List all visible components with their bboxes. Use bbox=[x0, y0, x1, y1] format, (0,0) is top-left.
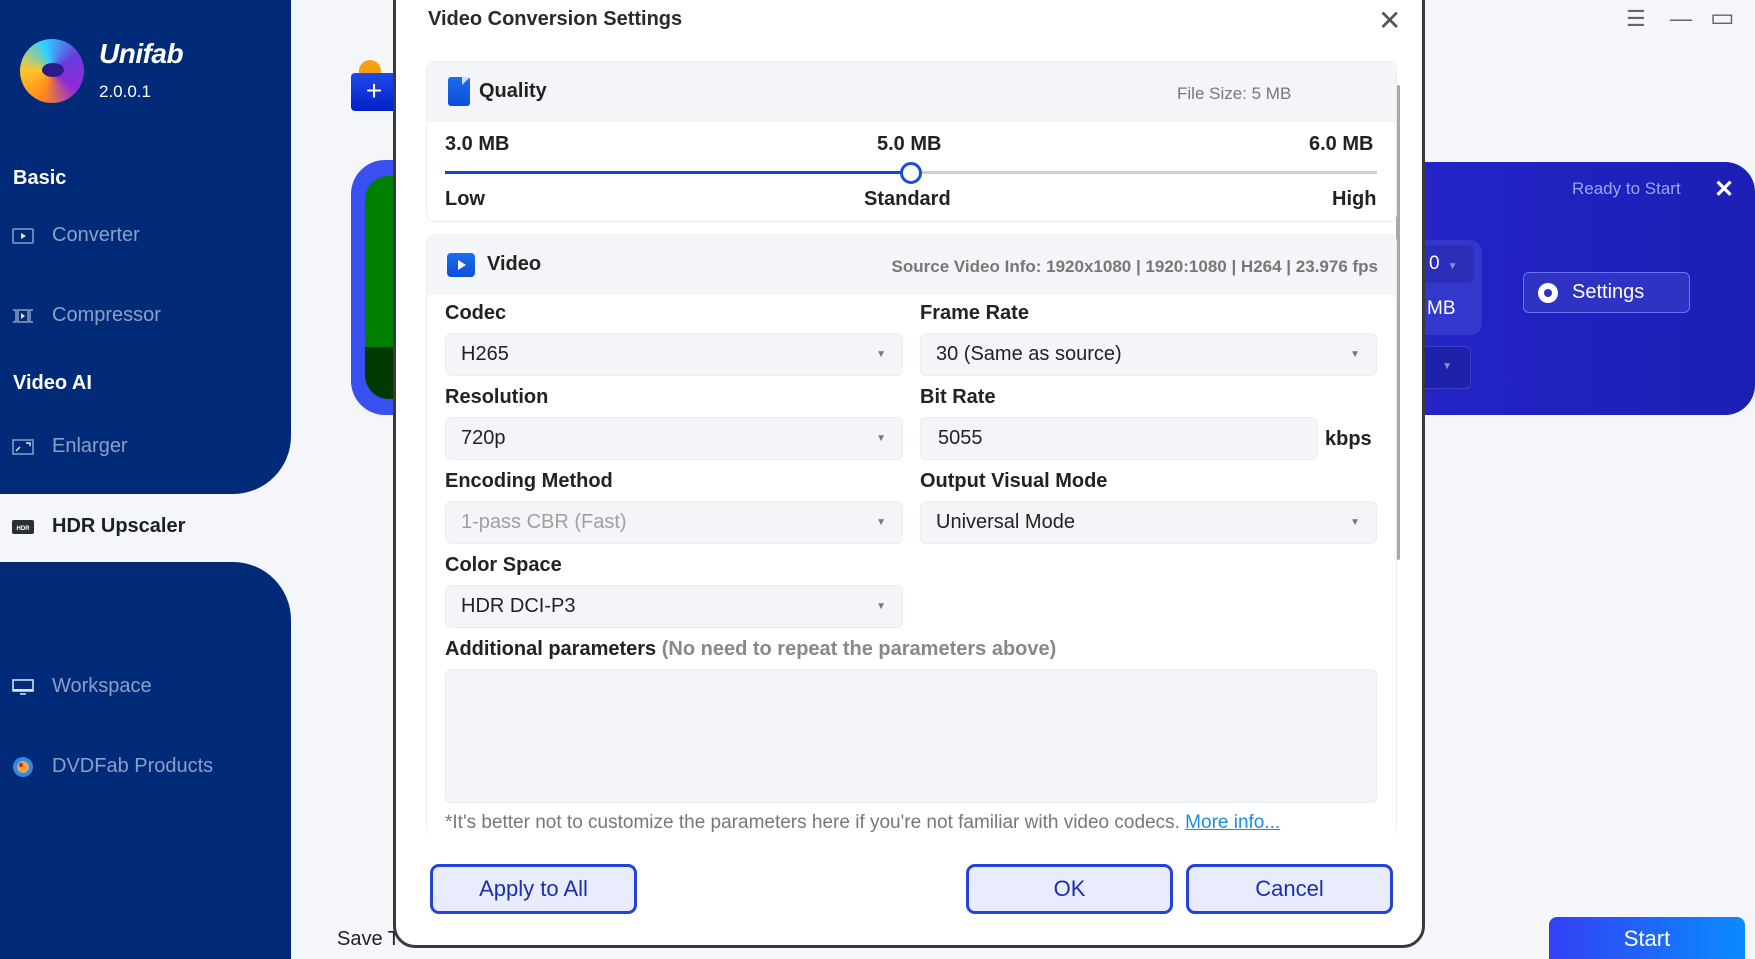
close-icon[interactable]: ✕ bbox=[1378, 4, 1401, 37]
resolution-select[interactable]: 720p ▼ bbox=[445, 417, 903, 460]
settings-button[interactable]: Settings bbox=[1523, 272, 1690, 313]
slider-max-value: 6.0 MB bbox=[1309, 133, 1374, 155]
file-size: File Size: 5 MB bbox=[1177, 84, 1292, 103]
quality-slider-fill bbox=[445, 171, 911, 174]
codec-label: Codec bbox=[445, 302, 507, 324]
frame-rate-label: Frame Rate bbox=[920, 302, 1029, 324]
dialog-title: Video Conversion Settings bbox=[428, 8, 683, 30]
output-visual-mode-value: Universal Mode bbox=[936, 511, 1075, 533]
sidebar-item-workspace[interactable]: Workspace bbox=[12, 675, 152, 698]
sidebar-item-converter[interactable]: Converter bbox=[12, 224, 140, 247]
gear-icon bbox=[1538, 282, 1558, 303]
color-space-label: Color Space bbox=[445, 554, 562, 576]
video-title: Video bbox=[487, 253, 542, 275]
svg-text:HDR: HDR bbox=[17, 526, 31, 532]
task-remove-icon[interactable]: ✕ bbox=[1714, 175, 1734, 204]
sidebar-item-label: Compressor bbox=[52, 304, 161, 326]
task-status: Ready to Start bbox=[1572, 179, 1681, 198]
sidebar-item-label: Workspace bbox=[52, 675, 152, 697]
slider-current-value: 5.0 MB bbox=[877, 133, 942, 155]
bit-rate-unit: kbps bbox=[1325, 428, 1372, 450]
source-video-info: Source Video Info: 1920x1080 | 1920:1080… bbox=[891, 257, 1378, 276]
cancel-button[interactable]: Cancel bbox=[1186, 864, 1393, 914]
video-play-icon bbox=[447, 253, 475, 277]
enlarge-icon bbox=[12, 438, 34, 455]
more-info-link[interactable]: More info... bbox=[1185, 812, 1280, 833]
hdr-icon: HDR bbox=[12, 519, 34, 535]
codec-value: H265 bbox=[461, 343, 509, 365]
caret-down-icon: ▼ bbox=[1447, 261, 1458, 272]
bit-rate-input[interactable]: 5055 bbox=[920, 417, 1318, 460]
add-video-button[interactable]: + bbox=[351, 60, 397, 111]
output-visual-mode-label: Output Visual Mode bbox=[920, 470, 1108, 492]
sidebar-item-label: Enlarger bbox=[52, 435, 128, 457]
sidebar-item-enlarger[interactable]: Enlarger bbox=[12, 435, 128, 458]
compress-icon bbox=[12, 308, 34, 324]
resolution-label: Resolution bbox=[445, 386, 549, 408]
sidebar-item-label: Converter bbox=[52, 224, 140, 246]
ok-button[interactable]: OK bbox=[966, 864, 1173, 914]
slider-high-label: High bbox=[1332, 188, 1377, 210]
slider-min-value: 3.0 MB bbox=[445, 133, 510, 155]
color-space-value: HDR DCI-P3 bbox=[461, 595, 576, 617]
sidebar-item-compressor[interactable]: Compressor bbox=[12, 304, 161, 327]
maximize-icon[interactable]: ▭ bbox=[1710, 2, 1735, 33]
sidebar-item-hdr-upscaler[interactable]: HDR HDR Upscaler bbox=[12, 515, 185, 538]
slider-low-label: Low bbox=[445, 188, 485, 210]
start-button[interactable]: Start bbox=[1549, 917, 1745, 959]
caret-down-icon: ▼ bbox=[876, 517, 886, 528]
play-box-icon bbox=[12, 227, 34, 244]
color-space-select[interactable]: HDR DCI-P3 ▼ bbox=[445, 585, 903, 628]
monitor-icon bbox=[12, 678, 34, 695]
resolution-value: 720p bbox=[461, 427, 506, 449]
sidebar-item-dvdfab-products[interactable]: DVDFab Products bbox=[12, 755, 213, 778]
caret-down-icon: ▼ bbox=[1350, 517, 1360, 528]
additional-params-label: Additional parameters (No need to repeat… bbox=[445, 638, 1056, 661]
codec-note-text: *It's better not to customize the parame… bbox=[445, 812, 1180, 833]
sidebar-section-basic: Basic bbox=[13, 167, 67, 189]
slider-standard-label: Standard bbox=[864, 188, 951, 210]
codec-note: *It's better not to customize the parame… bbox=[445, 812, 1280, 834]
additional-params-title: Additional parameters bbox=[445, 638, 657, 660]
encoding-method-label: Encoding Method bbox=[445, 470, 613, 492]
caret-down-icon: ▼ bbox=[876, 601, 886, 612]
minimize-icon[interactable]: — bbox=[1670, 6, 1692, 32]
sidebar-item-label: HDR Upscaler bbox=[52, 515, 186, 537]
codec-select[interactable]: H265 ▼ bbox=[445, 333, 903, 376]
additional-params-hint: (No need to repeat the parameters above) bbox=[661, 638, 1057, 660]
video-panel-header: Video Source Video Info: 1920x1080 | 192… bbox=[427, 235, 1396, 295]
settings-label: Settings bbox=[1572, 281, 1645, 303]
apply-to-all-button[interactable]: Apply to All bbox=[430, 864, 637, 914]
encoding-method-value: 1-pass CBR (Fast) bbox=[461, 511, 627, 533]
file-icon bbox=[448, 77, 470, 106]
save-to-label: Save T bbox=[337, 928, 400, 950]
output-select-value: 0 bbox=[1429, 253, 1440, 274]
unifab-logo-icon bbox=[20, 39, 84, 103]
quality-title: Quality bbox=[479, 80, 547, 102]
caret-down-icon: ▼ bbox=[876, 349, 886, 360]
output-size: MB bbox=[1427, 298, 1456, 319]
caret-down-icon: ▼ bbox=[876, 433, 886, 444]
sidebar-item-label: DVDFab Products bbox=[52, 755, 214, 777]
menu-icon[interactable]: ☰ bbox=[1626, 6, 1646, 32]
output-visual-mode-select[interactable]: Universal Mode ▼ bbox=[920, 501, 1377, 544]
dvdfab-icon bbox=[12, 756, 34, 777]
quality-slider-thumb[interactable] bbox=[900, 162, 922, 184]
frame-rate-select[interactable]: 30 (Same as source) ▼ bbox=[920, 333, 1377, 376]
bit-rate-label: Bit Rate bbox=[920, 386, 996, 408]
caret-down-icon: ▼ bbox=[1350, 349, 1360, 360]
additional-params-textarea[interactable] bbox=[445, 669, 1377, 803]
quality-panel-header: Quality File Size: 5 MB bbox=[427, 62, 1396, 122]
frame-rate-value: 30 (Same as source) bbox=[936, 343, 1122, 365]
caret-down-icon: ▼ bbox=[1442, 361, 1452, 372]
encoding-method-select: 1-pass CBR (Fast) ▼ bbox=[445, 501, 903, 544]
app-version: 2.0.0.1 bbox=[99, 82, 151, 101]
sidebar-section-video-ai: Video AI bbox=[13, 372, 92, 394]
app-brand: Unifab bbox=[99, 38, 184, 69]
